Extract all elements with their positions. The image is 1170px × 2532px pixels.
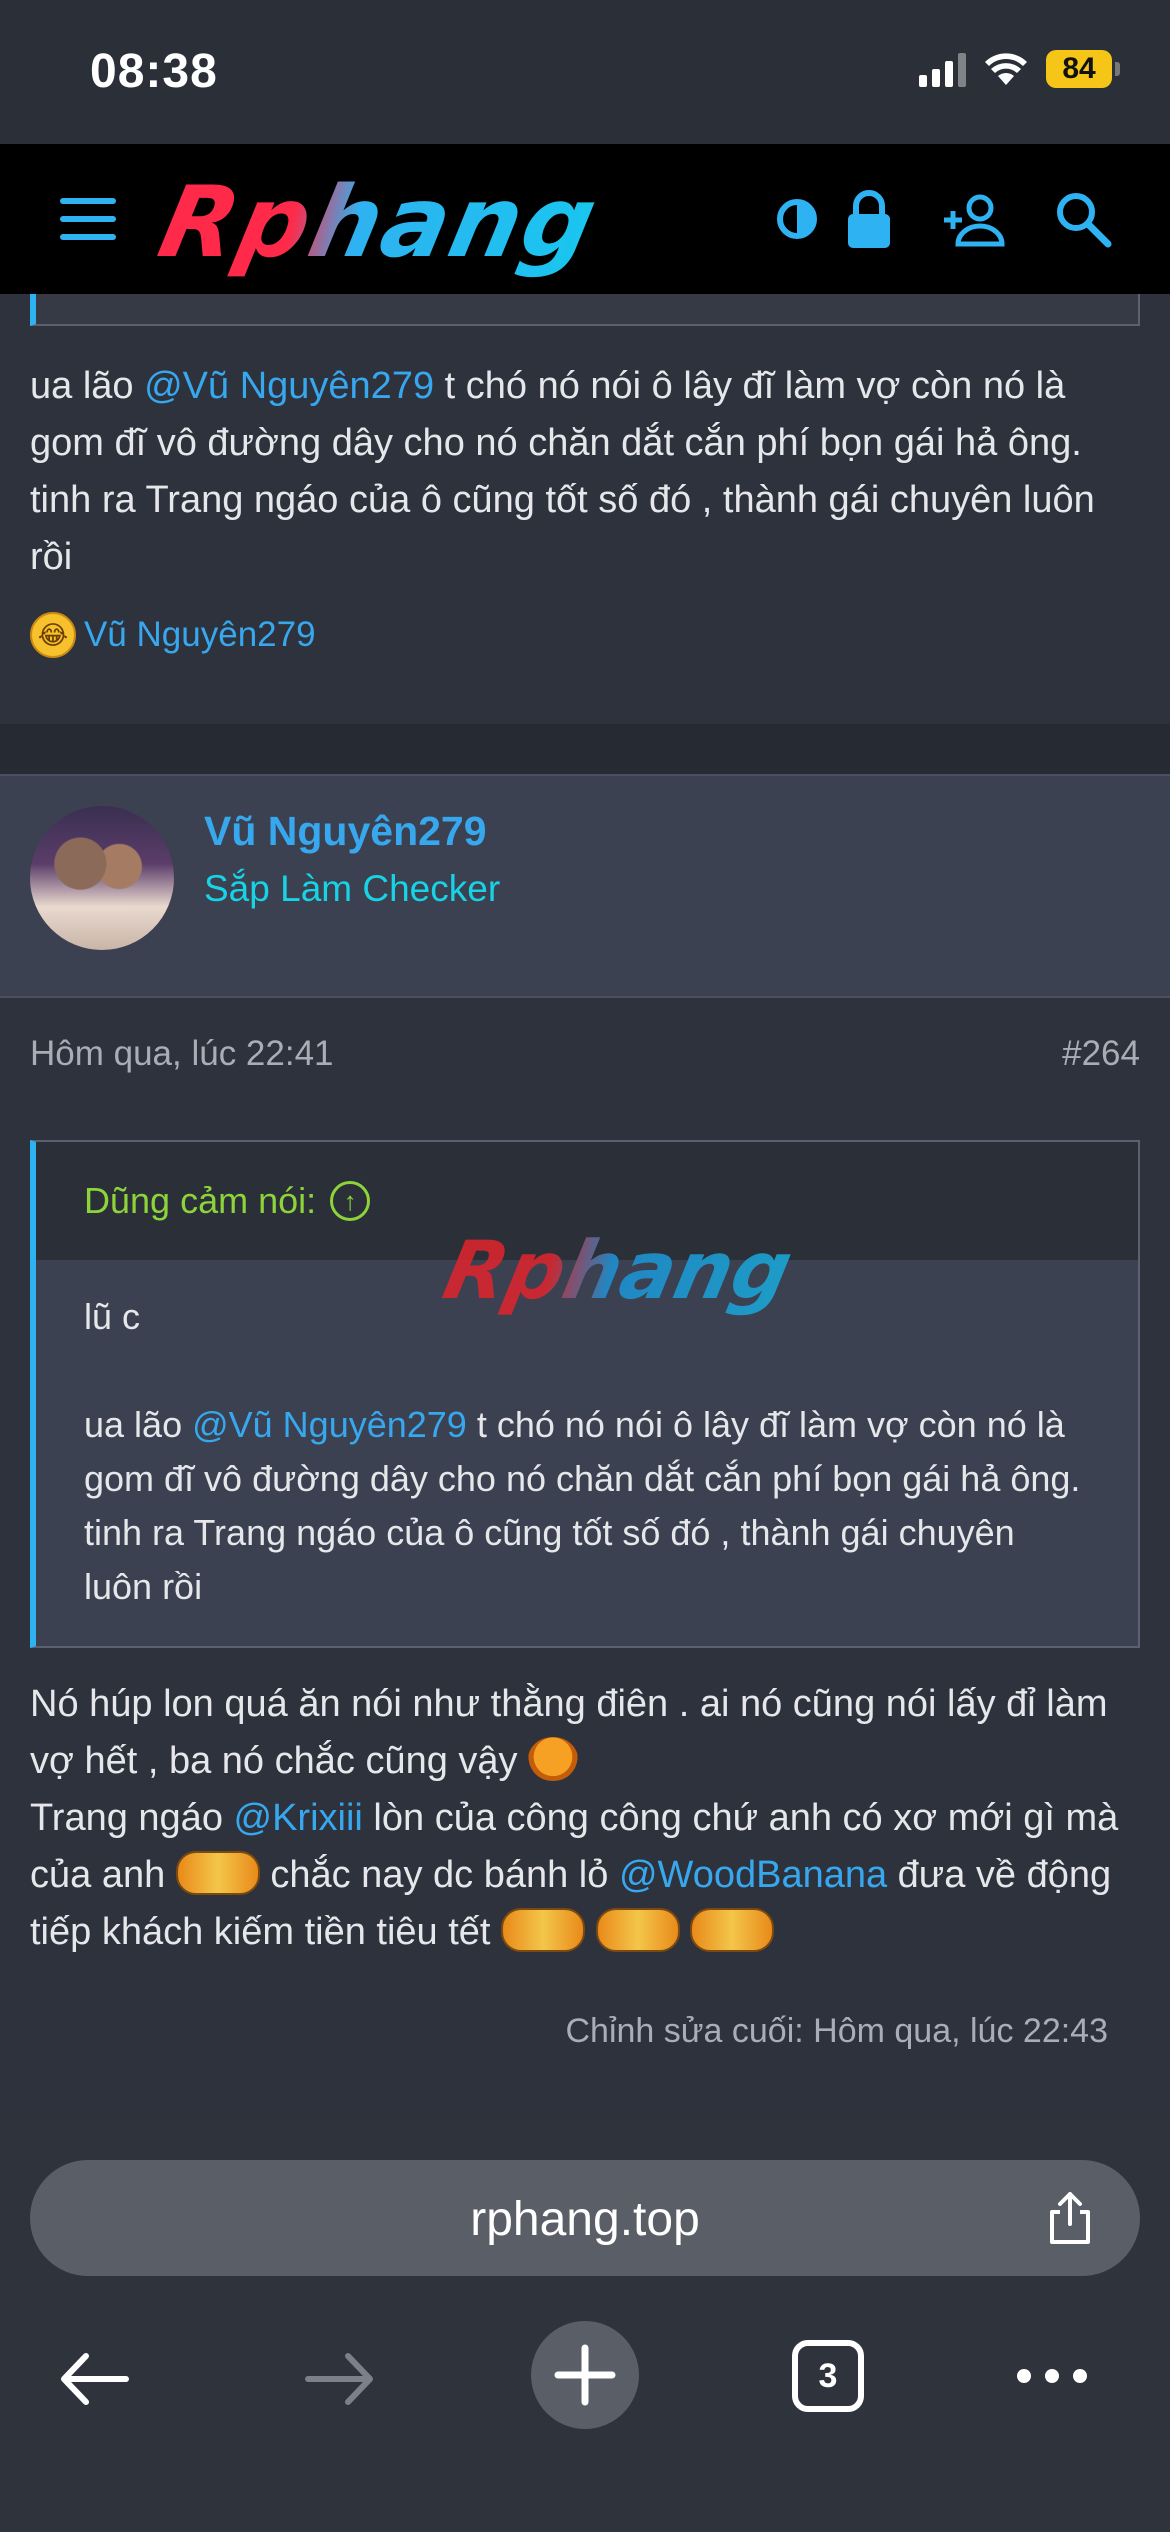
- reaction-user[interactable]: Vũ Nguyên279: [84, 615, 316, 655]
- post-body: Nó húp lon quá ăn nói như thằng điên . a…: [30, 1683, 1119, 1953]
- theme-toggle-icon[interactable]: [762, 184, 832, 254]
- quote-text: ua lão @Vũ Nguyên279 t chó nó nói ô lây …: [84, 1404, 1081, 1607]
- crying-emoji-icon: [501, 1908, 586, 1952]
- mention-link[interactable]: @Krixiii: [234, 1797, 363, 1839]
- add-user-icon[interactable]: [940, 184, 1010, 254]
- share-icon[interactable]: [1040, 2188, 1100, 2248]
- quote-tail: [30, 294, 1140, 326]
- laugh-reaction-icon: 😂: [30, 612, 76, 658]
- battery-level: 84: [1046, 50, 1112, 88]
- watermark-logo: Rphang: [436, 1224, 800, 1317]
- post-number[interactable]: #264: [1062, 1034, 1140, 1074]
- shock-emoji-icon: [528, 1737, 579, 1781]
- address-bar[interactable]: rphang.top: [30, 2160, 1140, 2276]
- user-title: Sắp Làm Checker: [204, 868, 501, 909]
- menu-icon[interactable]: [60, 198, 116, 240]
- status-icons: 84: [919, 50, 1120, 88]
- status-time: 08:38: [90, 45, 218, 98]
- battery-icon: 84: [1046, 50, 1120, 88]
- crying-emoji-icon: [595, 1908, 680, 1952]
- post-date[interactable]: Hôm qua, lúc 22:41: [30, 1034, 334, 1074]
- mention-link[interactable]: @Vũ Nguyên279: [192, 1404, 467, 1445]
- tabs-button[interactable]: 3: [792, 2340, 864, 2412]
- mention-link[interactable]: @WoodBanana: [619, 1854, 887, 1896]
- back-arrow-icon[interactable]: [56, 2348, 132, 2410]
- status-bar: 08:38 84: [0, 0, 1170, 144]
- username[interactable]: Vũ Nguyên279: [204, 808, 487, 855]
- post-meta: Hôm qua, lúc 22:41 #264: [30, 1034, 1140, 1074]
- reaction-summary[interactable]: 😂 Vũ Nguyên279: [30, 612, 316, 658]
- site-logo[interactable]: Rphang: [150, 166, 608, 280]
- quote-block: Dũng cảm nói: ↑ Rphang lũ c ua lão @Vũ N…: [30, 1140, 1140, 1648]
- mention-link[interactable]: @Vũ Nguyên279: [144, 365, 434, 407]
- crying-emoji-icon: [175, 1851, 260, 1895]
- url-text[interactable]: rphang.top: [30, 2192, 1140, 2247]
- post-user-header: Vũ Nguyên279 Sắp Làm Checker: [0, 774, 1170, 998]
- more-options-icon[interactable]: [1012, 2356, 1092, 2396]
- lock-icon[interactable]: [834, 184, 904, 254]
- site-header: Rphang: [0, 144, 1170, 294]
- cellular-signal-icon: [919, 51, 966, 87]
- browser-toolbar: rphang.top 3: [0, 2120, 1170, 2532]
- last-edited-note: Chỉnh sửa cuối: Hôm qua, lúc 22:43: [565, 2012, 1108, 2050]
- nav-row: 3: [0, 2320, 1170, 2450]
- arrow-up-circle-icon[interactable]: ↑: [330, 1181, 371, 1221]
- avatar[interactable]: [30, 806, 174, 950]
- wifi-icon: [985, 53, 1027, 85]
- new-tab-icon[interactable]: [530, 2320, 640, 2430]
- forward-arrow-icon[interactable]: [302, 2348, 378, 2410]
- post-body: ua lão @Vũ Nguyên279 t chó nó nói ô lây …: [30, 365, 1095, 578]
- post-divider: [0, 724, 1170, 774]
- search-icon[interactable]: [1048, 184, 1118, 254]
- quote-author[interactable]: Dũng cảm nói:: [84, 1180, 316, 1222]
- crying-emoji-icon: [690, 1908, 775, 1952]
